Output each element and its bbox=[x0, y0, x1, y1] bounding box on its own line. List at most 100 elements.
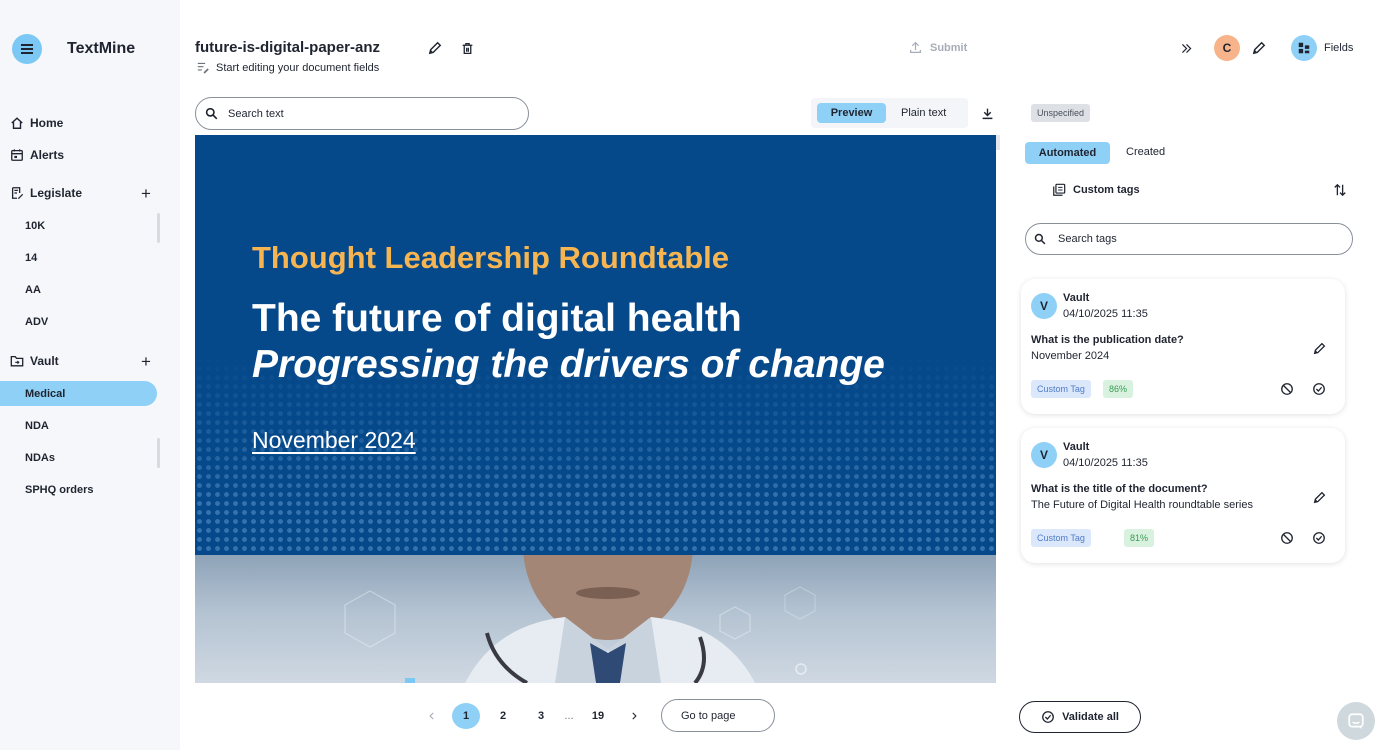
menu-toggle-button[interactable] bbox=[12, 34, 42, 64]
cover-date: November 2024 bbox=[252, 427, 416, 453]
accept-field-button[interactable] bbox=[1311, 530, 1327, 546]
card-timestamp: 04/10/2025 11:35 bbox=[1063, 308, 1148, 320]
edit-field-button[interactable] bbox=[1311, 489, 1327, 505]
vault-item-nda[interactable]: NDA bbox=[25, 420, 49, 432]
legislate-scroll-indicator[interactable] bbox=[157, 213, 160, 243]
upload-icon bbox=[910, 41, 921, 53]
document-edit-icon bbox=[11, 187, 24, 200]
custom-tags-label: Custom tags bbox=[1073, 184, 1140, 196]
card-user: Vault bbox=[1063, 441, 1090, 453]
accept-field-button[interactable] bbox=[1311, 381, 1327, 397]
doctor-photo-illustration bbox=[344, 555, 816, 683]
collapse-panel-button[interactable] bbox=[1178, 40, 1194, 56]
pencil-icon bbox=[428, 41, 442, 55]
preview-tab[interactable]: Preview bbox=[817, 103, 886, 123]
delete-document-button[interactable] bbox=[459, 40, 475, 56]
vault-scroll-indicator[interactable] bbox=[157, 438, 160, 468]
chat-icon bbox=[1348, 713, 1364, 729]
document-subtitle-text: Start editing your document fields bbox=[216, 61, 380, 74]
legislate-item-14[interactable]: 14 bbox=[25, 252, 37, 264]
status-badge: Unspecified bbox=[1031, 104, 1091, 122]
vault-item-medical[interactable]: Medical bbox=[25, 388, 65, 400]
download-icon bbox=[982, 108, 992, 119]
hamburger-icon bbox=[21, 48, 33, 50]
card-answer: The Future of Digital Health roundtable … bbox=[1031, 499, 1253, 511]
page-2-button[interactable]: 2 bbox=[494, 703, 512, 729]
page-19-button[interactable]: 19 bbox=[586, 703, 610, 729]
add-legislate-button[interactable]: + bbox=[141, 185, 151, 202]
submit-label: Submit bbox=[930, 41, 968, 54]
user-avatar[interactable]: C bbox=[1214, 35, 1240, 61]
validate-all-button[interactable]: Validate all bbox=[1019, 701, 1141, 733]
tab-automated[interactable]: Automated bbox=[1025, 142, 1110, 164]
add-vault-button[interactable]: + bbox=[141, 353, 151, 370]
search-text-field[interactable] bbox=[195, 97, 529, 130]
nav-vault-label: Vault bbox=[30, 354, 59, 368]
edit-user-button[interactable] bbox=[1251, 40, 1267, 56]
card-user: Vault bbox=[1063, 292, 1090, 304]
legislate-item-aa[interactable]: AA bbox=[25, 284, 41, 296]
fields-label: Fields bbox=[1324, 42, 1354, 54]
confidence-badge: 86% bbox=[1103, 380, 1134, 398]
reject-field-button[interactable] bbox=[1279, 381, 1295, 397]
nav-alerts[interactable]: Alerts bbox=[10, 148, 64, 162]
search-tags-field[interactable] bbox=[1025, 223, 1353, 255]
check-circle-icon bbox=[1042, 711, 1054, 723]
edit-lines-icon bbox=[197, 62, 209, 74]
cover-title: The future of digital health bbox=[252, 297, 742, 340]
card-question: What is the title of the document? bbox=[1031, 483, 1208, 495]
app-brand: TextMine bbox=[67, 40, 136, 57]
trash-icon bbox=[462, 42, 472, 54]
download-button[interactable] bbox=[979, 105, 995, 121]
legislate-item-adv[interactable]: ADV bbox=[25, 316, 48, 328]
nav-legislate[interactable]: Legislate bbox=[10, 186, 82, 200]
block-icon bbox=[1281, 383, 1293, 395]
document-title: future-is-digital-paper-anz bbox=[195, 39, 381, 56]
card-answer: November 2024 bbox=[1031, 350, 1110, 362]
fields-button[interactable]: Fields bbox=[1291, 35, 1353, 61]
next-page-button[interactable] bbox=[626, 703, 642, 729]
prev-page-button[interactable] bbox=[424, 703, 440, 729]
pencil-icon bbox=[1313, 342, 1325, 354]
chevron-right-icon bbox=[632, 712, 637, 720]
chat-launcher-button[interactable] bbox=[1337, 702, 1375, 740]
double-chevron-right-icon bbox=[1181, 43, 1191, 53]
preview-scrollbar[interactable] bbox=[996, 135, 1000, 150]
document-preview[interactable]: Thought Leadership Roundtable The future… bbox=[195, 135, 996, 683]
search-icon bbox=[1034, 233, 1046, 245]
folder-icon bbox=[10, 355, 24, 367]
submit-button[interactable]: Submit bbox=[909, 41, 967, 54]
validate-all-label: Validate all bbox=[1062, 711, 1119, 723]
page-1-button[interactable]: 1 bbox=[452, 703, 480, 729]
search-tags-input[interactable] bbox=[1058, 233, 1318, 245]
check-circle-icon bbox=[1313, 532, 1325, 544]
search-icon bbox=[205, 107, 218, 120]
custom-tag-chip: Custom Tag bbox=[1031, 380, 1091, 398]
nav-home-label: Home bbox=[30, 116, 64, 130]
block-icon bbox=[1281, 532, 1293, 544]
field-card[interactable]: V Vault 04/10/2025 11:35 What is the pub… bbox=[1021, 279, 1345, 414]
nav-vault[interactable]: Vault bbox=[10, 354, 59, 368]
reject-field-button[interactable] bbox=[1279, 530, 1295, 546]
custom-tags-header[interactable]: Custom tags bbox=[1052, 183, 1140, 197]
legislate-item-10k[interactable]: 10K bbox=[25, 220, 45, 232]
sort-button[interactable] bbox=[1332, 182, 1348, 198]
cover-pre-title: Thought Leadership Roundtable bbox=[252, 240, 730, 275]
edit-title-button[interactable] bbox=[427, 40, 443, 56]
nav-legislate-label: Legislate bbox=[30, 186, 83, 200]
fields-icon bbox=[1291, 35, 1317, 61]
vault-item-sphq-orders[interactable]: SPHQ orders bbox=[25, 484, 93, 496]
page-3-button[interactable]: 3 bbox=[532, 703, 550, 729]
edit-field-button[interactable] bbox=[1311, 340, 1327, 356]
nav-home[interactable]: Home bbox=[10, 116, 63, 130]
home-icon bbox=[11, 117, 23, 129]
pencil-icon bbox=[1313, 491, 1325, 503]
active-item-highlight bbox=[0, 381, 157, 406]
vault-item-ndas[interactable]: NDAs bbox=[25, 452, 55, 464]
go-to-page-input[interactable]: Go to page bbox=[661, 699, 775, 732]
field-card[interactable]: V Vault 04/10/2025 11:35 What is the tit… bbox=[1021, 428, 1345, 563]
card-avatar: V bbox=[1031, 293, 1057, 319]
plain-text-tab[interactable]: Plain text bbox=[901, 107, 946, 119]
search-text-input[interactable] bbox=[228, 107, 488, 120]
tab-created[interactable]: Created bbox=[1126, 146, 1165, 158]
